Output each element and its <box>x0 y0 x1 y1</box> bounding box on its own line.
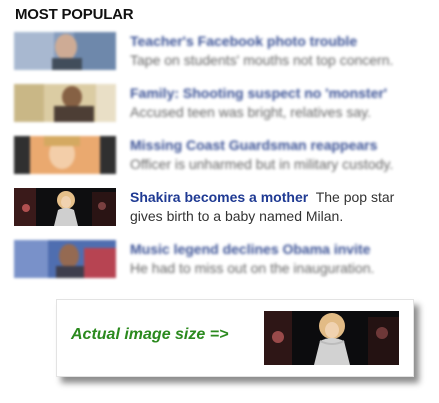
story-headline[interactable]: Shakira becomes a mother <box>130 189 308 205</box>
story-summary: Tape on students' mouths not top concern… <box>130 52 394 68</box>
story-headline[interactable]: Music legend declines Obama invite <box>130 241 370 257</box>
story-item-featured[interactable]: Shakira becomes a mother The pop star gi… <box>14 188 424 230</box>
story-summary: He had to miss out on the inauguration. <box>130 260 375 276</box>
story-thumbnail[interactable] <box>14 188 116 226</box>
story-thumbnail[interactable] <box>14 240 116 278</box>
story-item[interactable]: Family: Shooting suspect no 'monster' Ac… <box>14 84 424 126</box>
story-thumbnail[interactable] <box>14 136 116 174</box>
story-headline[interactable]: Family: Shooting suspect no 'monster' <box>130 85 387 101</box>
story-headline[interactable]: Missing Coast Guardsman reappears <box>130 137 377 153</box>
section-title: MOST POPULAR <box>15 6 134 23</box>
story-thumbnail[interactable] <box>14 32 116 70</box>
story-summary: Accused teen was bright, relatives say. <box>130 104 371 120</box>
callout-label: Actual image size => <box>71 326 229 343</box>
story-item[interactable]: Missing Coast Guardsman reappears Office… <box>14 136 424 178</box>
story-item[interactable]: Music legend declines Obama invite He ha… <box>14 240 424 282</box>
story-headline[interactable]: Teacher's Facebook photo trouble <box>130 33 357 49</box>
story-thumbnail[interactable] <box>14 84 116 122</box>
story-summary: Officer is unharmed but in military cust… <box>130 156 394 172</box>
story-item[interactable]: Teacher's Facebook photo trouble Tape on… <box>14 32 424 74</box>
actual-size-image <box>264 311 399 365</box>
image-size-callout: Actual image size => <box>56 299 414 377</box>
